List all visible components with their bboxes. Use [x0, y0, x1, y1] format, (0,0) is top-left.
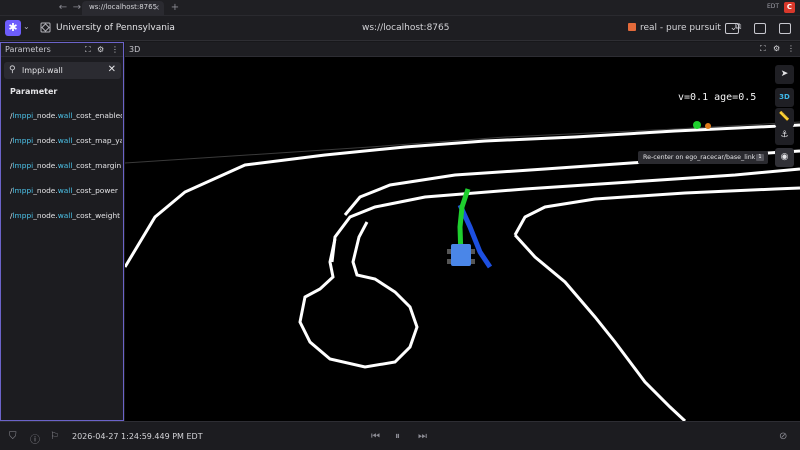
ego-racecar: [451, 244, 471, 266]
more-icon[interactable]: ⋮: [111, 45, 119, 54]
parameter-name-part: _node.: [33, 136, 58, 145]
tab-close-icon[interactable]: ×: [153, 3, 160, 12]
fullscreen-icon[interactable]: ⛶: [85, 45, 91, 55]
seek-forward-icon[interactable]: ⏭: [418, 431, 427, 442]
search-icon: ⚲: [9, 65, 16, 75]
parameters-panel: Parameters ⛶ ⚙ ⋮ ⚲ ✕ Parameter /lmppi_no…: [0, 42, 124, 421]
more-icon[interactable]: ⋮: [787, 44, 795, 53]
search-match: wall: [57, 111, 73, 120]
back-arrow-icon[interactable]: ←: [56, 1, 70, 15]
3d-tool-strip: ➤ 3D 📏 ⚓ ◉: [775, 65, 795, 205]
gear-icon[interactable]: ⚙: [97, 45, 104, 54]
layout-icon: [628, 23, 636, 31]
profile-avatar[interactable]: C: [784, 2, 795, 13]
measure-ruler-icon[interactable]: 📏: [775, 108, 794, 127]
chevron-down-icon[interactable]: ⌄: [23, 22, 30, 31]
parameter-name-part: _node.: [33, 211, 58, 220]
parameter-row[interactable]: /lmppi_node.wall_cost_power: [10, 186, 122, 198]
workspace-grid-icon[interactable]: [40, 22, 51, 33]
recenter-tooltip: Re-center on ego_racecar/base_link 1: [638, 151, 768, 164]
clear-search-icon[interactable]: ✕: [108, 64, 116, 75]
recenter-icon[interactable]: ◉: [775, 148, 794, 167]
organization-name[interactable]: University of Pennsylvania: [56, 23, 175, 33]
seek-back-icon[interactable]: ⏮: [371, 431, 380, 442]
no-data-icon[interactable]: ⊘: [779, 431, 787, 442]
parameter-name-part: _cost_power: [72, 186, 118, 195]
shield-icon[interactable]: ⛉: [9, 431, 17, 442]
search-match: lmppi: [12, 111, 34, 120]
search-match: lmppi: [12, 211, 34, 220]
fullscreen-icon[interactable]: ⛶: [760, 44, 766, 54]
toggle-3d-button[interactable]: 3D: [775, 88, 794, 107]
search-match: lmppi: [12, 136, 34, 145]
search-match: lmppi: [12, 161, 34, 170]
search-match: wall: [57, 161, 73, 170]
parameter-name-part: _node.: [33, 161, 58, 170]
parameter-name-part: _cost_map_yam: [72, 136, 122, 145]
parameters-panel-header: Parameters ⛶ ⚙ ⋮: [1, 43, 123, 57]
parameter-search: ⚲ ✕: [4, 62, 121, 79]
parameter-name-part: _cost_enabled: [72, 111, 122, 120]
tab-title: ws://localhost:8765: [89, 3, 158, 11]
browser-tab-strip: ← → ws://localhost:8765 × + EDT C: [0, 0, 800, 16]
select-tool-icon[interactable]: ➤: [775, 65, 794, 84]
distant-marker: [693, 121, 701, 129]
parameter-name-part: _node.: [33, 111, 58, 120]
panel-settings-icon[interactable]: [725, 23, 739, 34]
playback-bar: ⛉ ⓘ ⚐ 2026-04-27 1:24:59.449 PM EDT ⏮ ⏸ …: [0, 421, 800, 450]
bookmark-icon[interactable]: ⚐: [50, 431, 59, 442]
3d-scene-canvas[interactable]: [125, 57, 800, 421]
parameters-panel-title: Parameters: [5, 45, 51, 54]
parameter-row[interactable]: /lmppi_node.wall_cost_margin: [10, 161, 122, 173]
parameter-row[interactable]: /lmppi_node.wall_cost_map_yam: [10, 136, 122, 148]
panel-3d-header: 3D ⛶ ⚙ ⋮: [125, 42, 800, 57]
panel-3d-title: 3D: [129, 45, 141, 54]
velocity-age-readout: v=0.1 age=0.5: [678, 92, 757, 103]
parameter-name-part: _cost_weight: [72, 211, 121, 220]
search-match: wall: [57, 136, 73, 145]
parameter-row[interactable]: /lmppi_node.wall_cost_enabled: [10, 111, 122, 123]
parameter-column-header: Parameter: [10, 87, 58, 96]
playback-timestamp: 2026-04-27 1:24:59.449 PM EDT: [72, 432, 203, 441]
gear-icon[interactable]: ⚙: [773, 44, 780, 53]
tooltip-shortcut-key: 1: [756, 154, 764, 161]
connection-url[interactable]: ws://localhost:8765: [362, 23, 449, 33]
right-sidebar-toggle-icon[interactable]: [779, 23, 791, 34]
timezone-badge: EDT: [767, 3, 780, 10]
info-icon[interactable]: ⓘ: [30, 431, 40, 446]
app-bar: ✱ ⌄ University of Pennsylvania ws://loca…: [0, 16, 800, 41]
search-match: wall: [57, 186, 73, 195]
search-input[interactable]: [22, 64, 102, 76]
search-match: lmppi: [12, 186, 34, 195]
pause-icon[interactable]: ⏸: [395, 431, 400, 442]
browser-tab[interactable]: ws://localhost:8765 ×: [82, 1, 164, 16]
layout-name: real - pure pursuit: [640, 23, 721, 33]
left-sidebar-toggle-icon[interactable]: [754, 23, 766, 34]
tooltip-text: Re-center on ego_racecar/base_link: [643, 154, 756, 161]
new-tab-icon[interactable]: +: [168, 1, 182, 15]
parameter-name-part: _node.: [33, 186, 58, 195]
parameter-row[interactable]: /lmppi_node.wall_cost_weight: [10, 211, 122, 223]
parameter-name-part: _cost_margin: [72, 161, 122, 170]
layout-selector[interactable]: real - pure pursuit ⌄: [628, 23, 737, 33]
panel-3d[interactable]: 3D ⛶ ⚙ ⋮ v=0.1 age=0.5 ➤ 3D 📏 ⚓ ◉ Re-cen: [125, 42, 800, 421]
search-match: wall: [57, 211, 73, 220]
publish-pose-icon[interactable]: ⚓: [775, 126, 794, 145]
app-logo-icon[interactable]: ✱: [5, 20, 21, 36]
